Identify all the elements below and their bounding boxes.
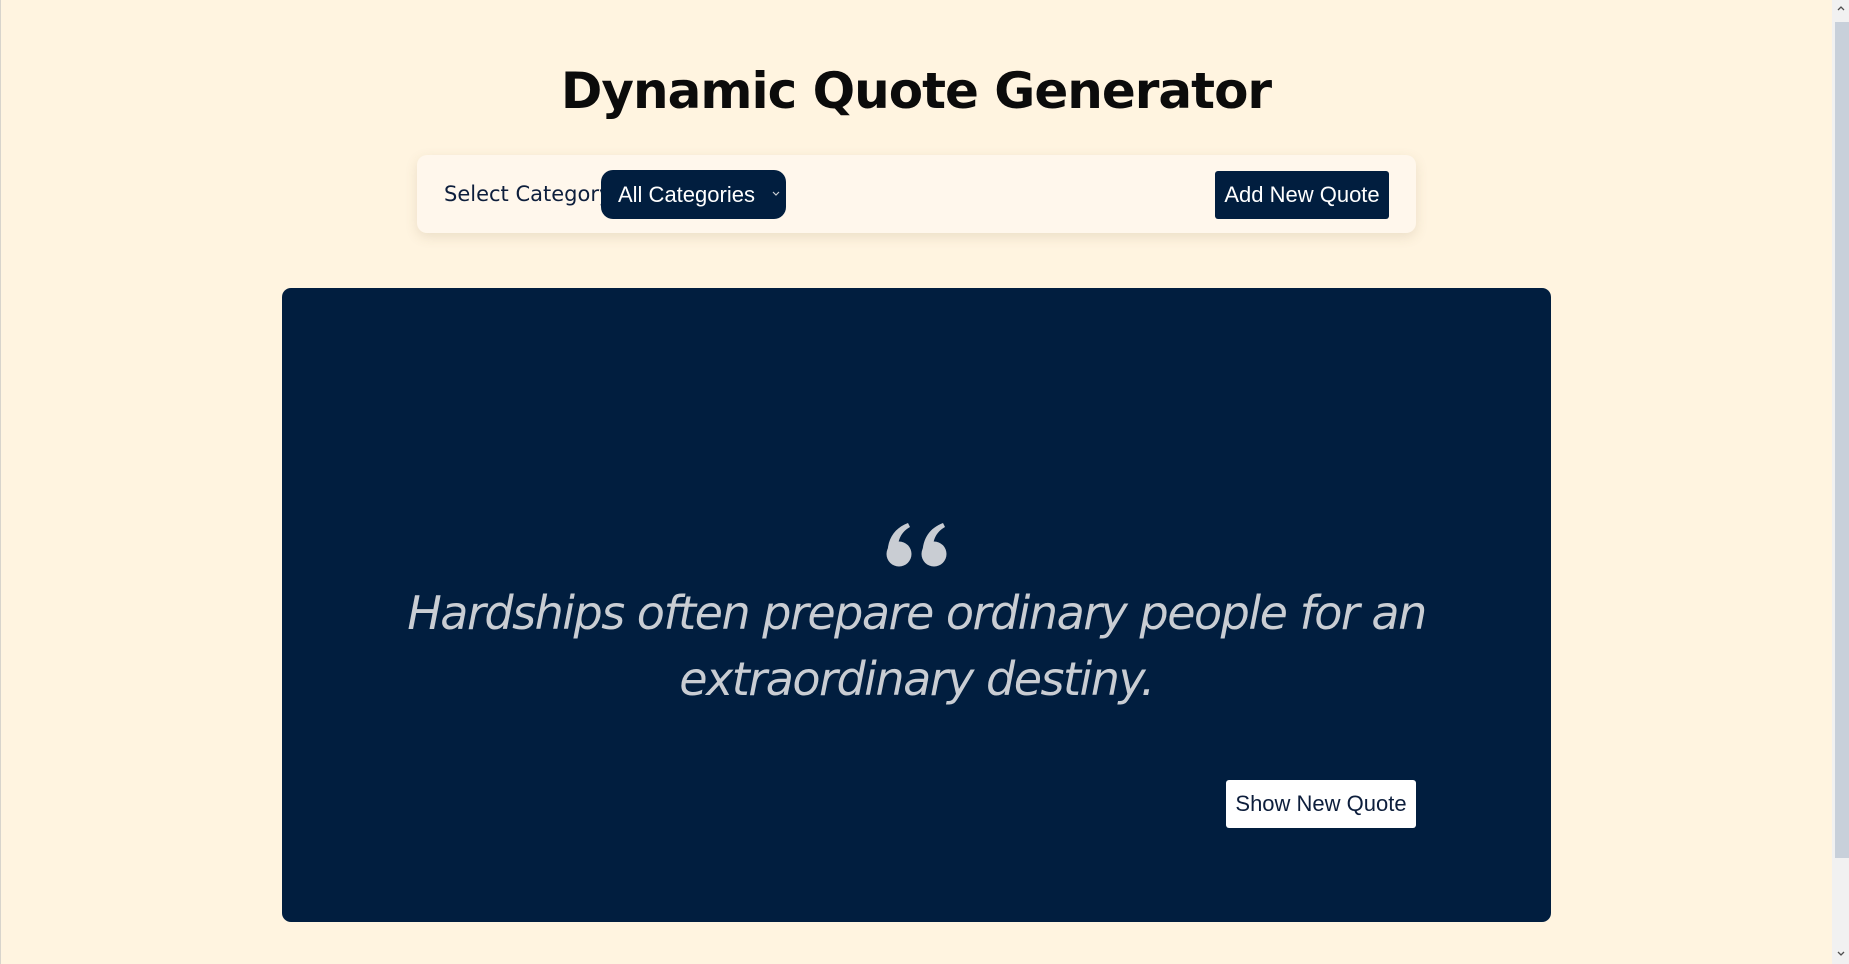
category-label: Select Category <box>444 182 612 206</box>
quote-card: Hardships often prepare ordinary people … <box>282 288 1551 922</box>
page: Dynamic Quote Generator Select Category … <box>1 0 1831 964</box>
category-select-value: All Categories <box>618 182 755 207</box>
vertical-scrollbar[interactable] <box>1832 0 1849 964</box>
scroll-up-arrow-icon[interactable] <box>1836 4 1846 12</box>
add-new-quote-button[interactable]: Add New Quote <box>1215 171 1389 219</box>
category-select[interactable]: All Categories <box>601 170 786 219</box>
chevron-down-icon <box>772 191 780 196</box>
scrollbar-thumb[interactable] <box>1835 22 1849 858</box>
show-new-quote-button[interactable]: Show New Quote <box>1226 780 1416 828</box>
quote-left-icon <box>886 523 947 567</box>
scroll-down-arrow-icon[interactable] <box>1836 950 1846 958</box>
toolbar: Select Category All Categories Add New Q… <box>417 155 1416 233</box>
quote-text: Hardships often prepare ordinary people … <box>407 586 1427 706</box>
page-title: Dynamic Quote Generator <box>560 62 1272 120</box>
